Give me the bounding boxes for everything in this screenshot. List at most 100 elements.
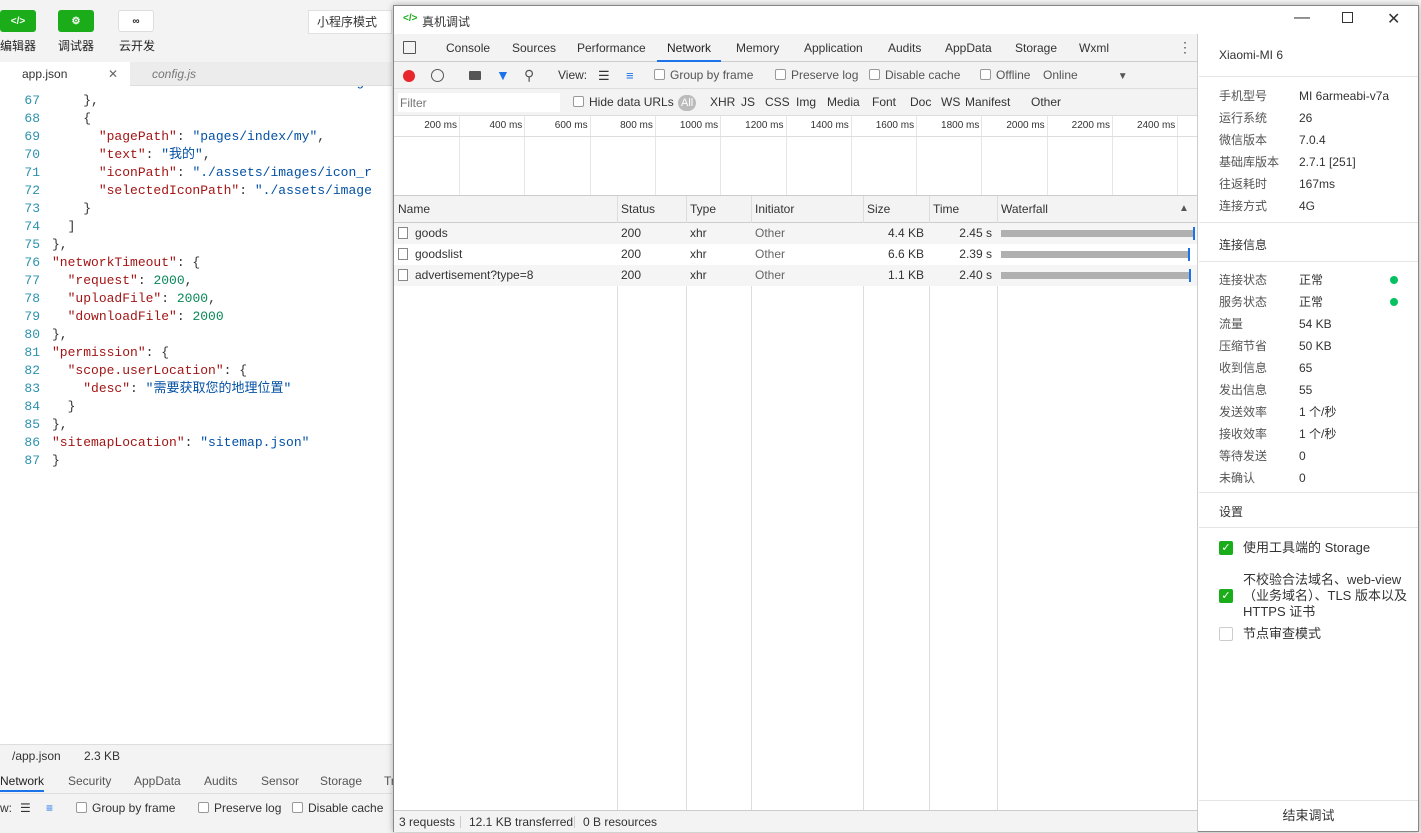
line-number: 75 (24, 237, 40, 252)
code-line[interactable]: 84 } (0, 398, 392, 416)
column-header-status[interactable]: Status (621, 196, 655, 222)
code-line[interactable]: 71 "iconPath": "./assets/images/icon_r (0, 164, 392, 182)
filter-input[interactable] (398, 93, 560, 112)
type-filter-other[interactable]: Other (1031, 89, 1061, 116)
maximize-icon[interactable] (1342, 12, 1353, 23)
devtools-tab[interactable]: AppData (945, 36, 992, 60)
group-by-frame-checkbox[interactable]: Group by frame (76, 797, 175, 819)
hide-data-urls-checkbox[interactable]: Hide data URLs (573, 89, 674, 116)
code-line[interactable]: 78 "uploadFile": 2000, (0, 290, 392, 308)
code-line[interactable]: 86 "sitemapLocation": "sitemap.json" (0, 434, 392, 452)
screenshot-icon[interactable] (469, 71, 481, 80)
info-value: 0 (1299, 449, 1306, 463)
code-line[interactable]: 73 } (0, 200, 392, 218)
close-icon[interactable]: ✕ (108, 62, 118, 86)
type-filter-ws[interactable]: WS (941, 89, 960, 116)
devtools-tab[interactable]: Performance (577, 36, 646, 60)
inspect-element-icon[interactable] (403, 41, 416, 54)
clear-icon[interactable] (431, 69, 444, 82)
preserve-log-checkbox[interactable]: Preserve log (198, 797, 281, 819)
devtools-tab[interactable]: Wxml (1079, 36, 1109, 60)
group-by-frame-checkbox[interactable]: Group by frame (654, 62, 753, 89)
code-line[interactable]: 87} (0, 452, 392, 470)
code-line[interactable]: 80}, (0, 326, 392, 344)
mode-select[interactable]: 小程序模式 (308, 10, 392, 34)
code-line[interactable]: 67 }, (0, 92, 392, 110)
file-tab-config-js[interactable]: config.js (152, 62, 196, 86)
waterfall-view-icon[interactable]: ≡ (626, 62, 634, 89)
network-toolbar: ▼ ⚲ View: ☰ ≡ Group by frame Preserve lo… (394, 62, 1197, 89)
column-header-type[interactable]: Type (690, 196, 716, 222)
checkbox-checked-icon[interactable]: ✓ (1219, 541, 1233, 555)
bottom-tab[interactable]: Storage (320, 774, 362, 788)
cloud-button[interactable]: ∞ (118, 10, 154, 32)
code-line[interactable]: 69 "pagePath": "pages/index/my", (0, 128, 392, 146)
type-filter-font[interactable]: Font (872, 89, 896, 116)
code-line[interactable]: 83 "desc": "需要获取您的地理位置" (0, 380, 392, 398)
devtools-tab[interactable]: Network (657, 36, 722, 62)
checkbox-checked-icon[interactable]: ✓ (1219, 589, 1233, 603)
request-status: 200 (621, 268, 642, 282)
type-filter-manifest[interactable]: Manifest (965, 89, 1010, 116)
code-line[interactable]: 79 "downloadFile": 2000 (0, 308, 392, 326)
devtools-tab[interactable]: Storage (1015, 36, 1057, 60)
disable-cache-checkbox[interactable]: Disable cache (869, 62, 960, 89)
end-debug-button[interactable]: 结束调试 (1199, 801, 1418, 831)
code-line[interactable]: 82 "scope.userLocation": { (0, 362, 392, 380)
table-row[interactable]: advertisement?type=8 200 xhr Other 1.1 KB 2.4… (394, 265, 1197, 286)
column-header-name[interactable]: Name (398, 196, 430, 222)
code-line[interactable]: 75}, (0, 236, 392, 254)
column-header-time[interactable]: Time (933, 196, 959, 222)
throttle-select[interactable]: Online ▼ (1043, 62, 1128, 90)
debugger-button[interactable]: ⚙ (58, 10, 94, 32)
devtools-tab[interactable]: Audits (888, 36, 921, 60)
bottom-tab[interactable]: AppData (134, 774, 181, 788)
type-filter-doc[interactable]: Doc (910, 89, 931, 116)
list-view-icon[interactable]: ☰ (20, 797, 31, 819)
code-line[interactable]: 85}, (0, 416, 392, 434)
list-view-icon[interactable]: ☰ (598, 62, 610, 89)
editor-button[interactable]: </> (0, 10, 36, 32)
devtools-tab[interactable]: Application (804, 36, 863, 60)
search-icon[interactable]: ⚲ (524, 62, 534, 89)
code-line[interactable]: 81 "permission": { (0, 344, 392, 362)
type-filter-img[interactable]: Img (796, 89, 816, 116)
code-line[interactable]: 74 ] (0, 218, 392, 236)
devtools-tab[interactable]: Memory (736, 36, 779, 60)
bottom-tab[interactable]: Sensor (261, 774, 299, 788)
bottom-tab[interactable]: Audits (204, 774, 237, 788)
column-header-size[interactable]: Size (867, 196, 890, 222)
waterfall-view-icon[interactable]: ≡ (46, 797, 53, 819)
column-header-initiator[interactable]: Initiator (755, 196, 794, 222)
bottom-tab[interactable]: Security (68, 774, 111, 788)
disable-cache-checkbox[interactable]: Disable cache (292, 797, 383, 819)
preserve-log-checkbox[interactable]: Preserve log (775, 62, 858, 89)
devtools-tab[interactable]: Console (446, 36, 490, 60)
filter-icon[interactable]: ▼ (496, 62, 510, 89)
close-window-icon[interactable]: ✕ (1387, 9, 1400, 29)
type-filter-xhr[interactable]: XHR (710, 89, 735, 116)
type-filter-media[interactable]: Media (827, 89, 860, 116)
code-line[interactable]: 72 "selectedIconPath": "./assets/image (0, 182, 392, 200)
code-line[interactable]: 68 { (0, 110, 392, 128)
bottom-tab[interactable]: Network (0, 774, 45, 792)
code-line[interactable]: 76 "networkTimeout": { (0, 254, 392, 272)
table-row[interactable]: goodslist 200 xhr Other 6.6 KB 2.39 s (394, 244, 1197, 265)
devtools-tab[interactable]: Sources (512, 36, 556, 60)
type-filter-css[interactable]: CSS (765, 89, 790, 116)
code-editor[interactable]: 66 "selectedIconPath": "./assets/images6… (0, 86, 392, 746)
file-tab-app-json[interactable]: app.json ✕ (0, 62, 130, 86)
offline-checkbox[interactable]: Offline (980, 62, 1030, 89)
devtools-menu-icon[interactable]: ⋮ (1178, 39, 1192, 56)
table-row[interactable]: goods 200 xhr Other 4.4 KB 2.45 s (394, 223, 1197, 244)
type-filter-js[interactable]: JS (741, 89, 755, 116)
sort-arrow-icon[interactable]: ▲ (1179, 203, 1189, 214)
code-line[interactable]: 77 "request": 2000, (0, 272, 392, 290)
checkbox-unchecked-icon[interactable] (1219, 627, 1233, 641)
code-line[interactable]: 70 "text": "我的", (0, 146, 392, 164)
column-header-waterfall[interactable]: Waterfall (1001, 196, 1048, 222)
minimize-icon[interactable]: — (1294, 9, 1310, 27)
code-text: } (52, 399, 76, 414)
type-filter-all[interactable]: All (678, 95, 697, 111)
record-icon[interactable] (403, 70, 415, 82)
